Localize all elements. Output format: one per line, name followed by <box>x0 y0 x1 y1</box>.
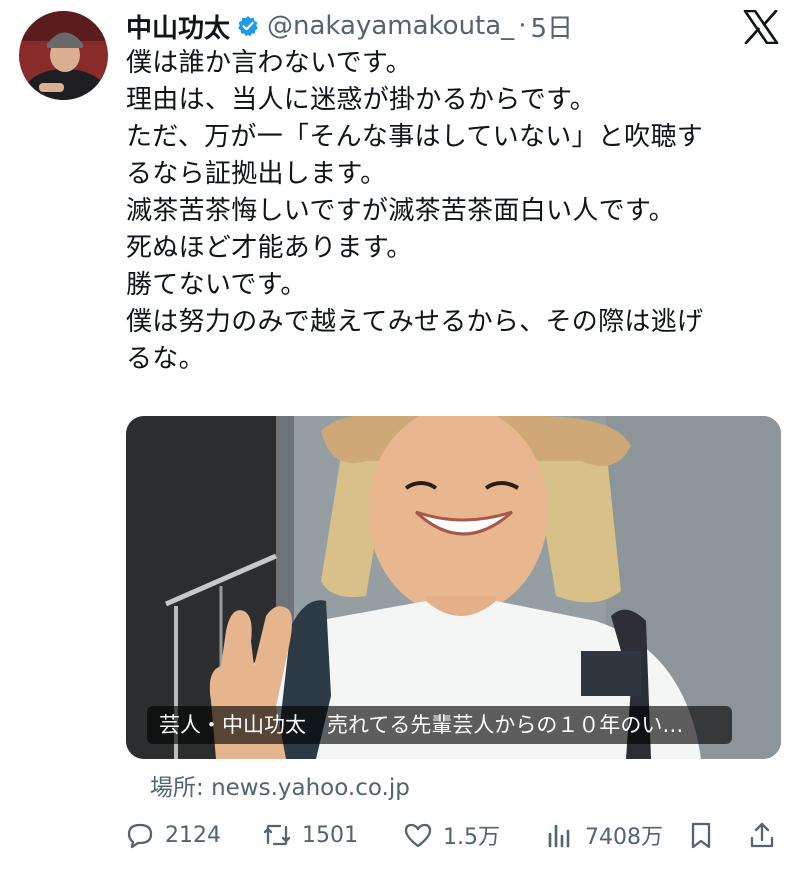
tweet-line: 僕は努力のみで越えてみせるから、その際は逃げ <box>126 307 704 337</box>
bookmark-icon <box>691 822 711 849</box>
tweet-header: 中山功太 @nakayamakouta_ · 5日 <box>126 8 573 45</box>
repost-button[interactable]: 1501 <box>262 812 358 858</box>
action-bar: 2124 1501 1.5万 7408万 <box>0 812 800 858</box>
tweet-line: 理由は、当人に迷惑が掛かるからです。 <box>126 85 597 115</box>
source-domain[interactable]: news.yahoo.co.jp <box>211 775 410 801</box>
like-button[interactable]: 1.5万 <box>403 812 500 858</box>
views-button[interactable]: 7408万 <box>545 812 663 858</box>
tweet-line: 滅茶苦茶悔しいですが滅茶苦茶面白い人です。 <box>126 196 675 226</box>
author-handle[interactable]: @nakayamakouta_ <box>267 11 514 41</box>
repost-count: 1501 <box>302 822 358 848</box>
reply-icon <box>127 823 153 849</box>
views-icon <box>548 824 570 848</box>
views-count: 7408万 <box>585 825 663 850</box>
tweet-line: 死ぬほど才能あります。 <box>126 233 413 263</box>
avatar[interactable] <box>19 11 108 100</box>
share-icon <box>750 822 774 848</box>
x-logo-icon[interactable] <box>743 9 779 45</box>
source-label: 場所: <box>150 775 204 801</box>
tweet-line: 勝てないです。 <box>126 270 307 300</box>
link-card-caption[interactable]: 芸人・中山功太 売れてる先輩芸人からの１０年のい… <box>147 706 732 744</box>
bookmark-button[interactable] <box>686 812 716 858</box>
link-source[interactable]: 場所: news.yahoo.co.jp <box>150 768 410 802</box>
share-button[interactable] <box>747 812 777 858</box>
repost-icon <box>263 824 291 846</box>
tweet-line: るなら証拠出します。 <box>126 159 387 189</box>
tweet-line: ただ、万が一「そんな事はしていない」と吹聴す <box>126 122 704 152</box>
tweet-time[interactable]: 5日 <box>530 8 573 45</box>
tweet-line: るな。 <box>126 344 205 374</box>
reply-count: 2124 <box>165 822 221 848</box>
verified-badge-icon <box>237 15 259 37</box>
reply-button[interactable]: 2124 <box>125 812 221 858</box>
separator-dot: · <box>518 11 527 41</box>
tweet-line: 僕は誰か言わないです。 <box>126 48 412 78</box>
like-icon <box>404 823 432 848</box>
like-count: 1.5万 <box>443 825 500 850</box>
tweet-text: 僕は誰か言わないです。 理由は、当人に迷惑が掛かるからです。 ただ、万が一「そん… <box>126 45 766 378</box>
author-name[interactable]: 中山功太 <box>126 8 230 45</box>
